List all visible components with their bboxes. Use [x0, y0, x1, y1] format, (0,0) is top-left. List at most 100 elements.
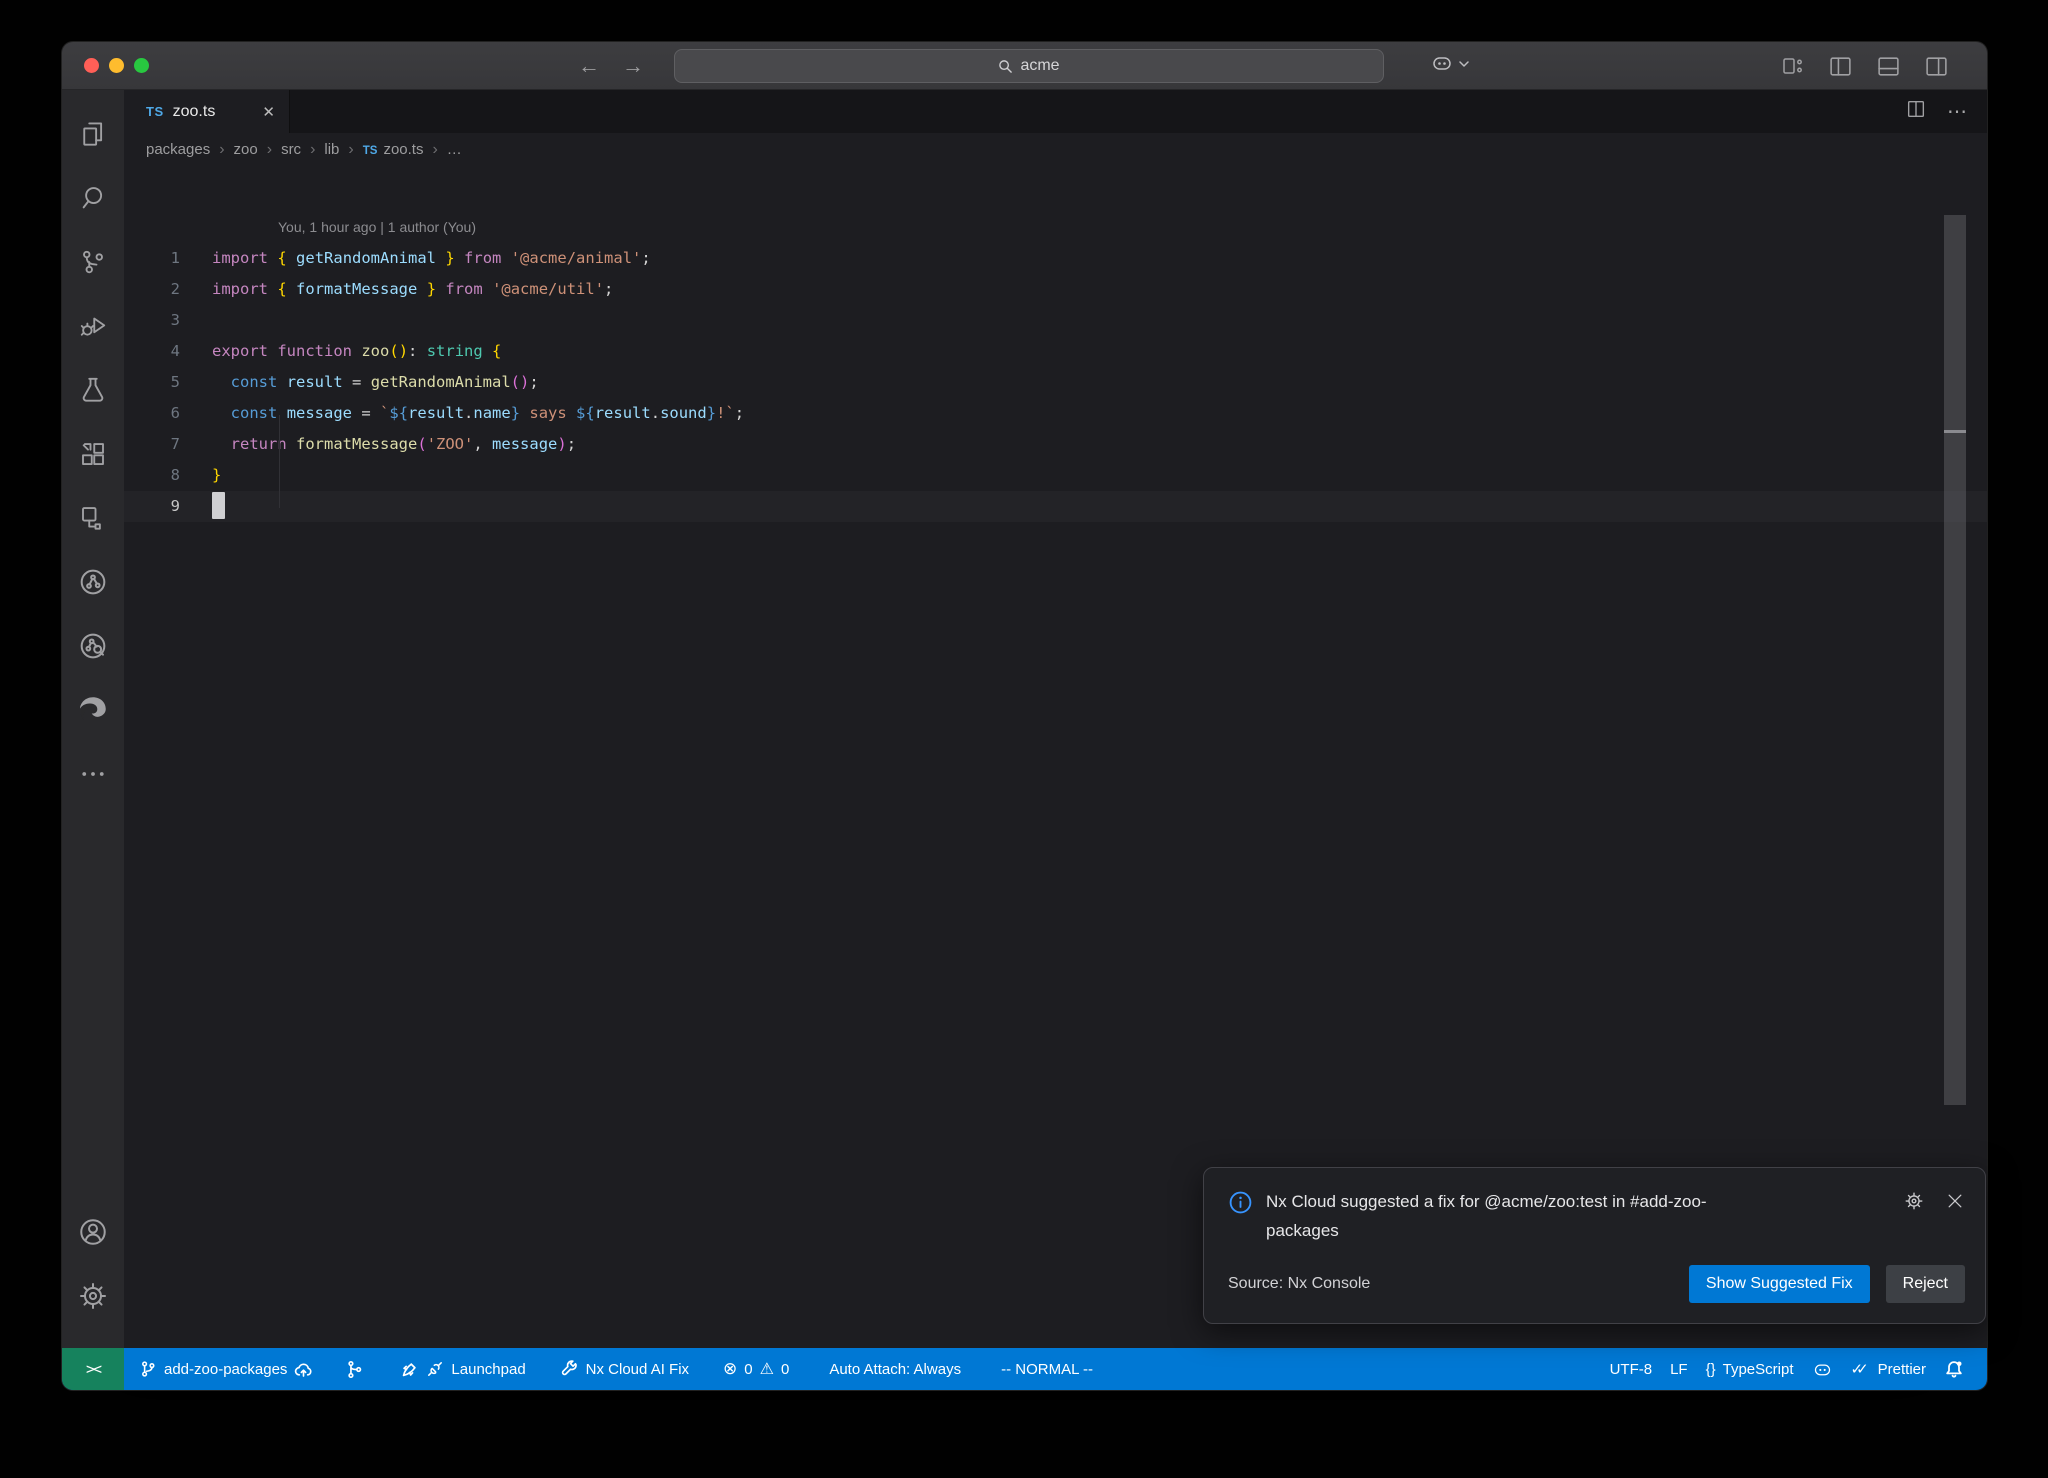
- copilot-icon: [1430, 52, 1454, 76]
- testing-icon[interactable]: [62, 358, 124, 422]
- typescript-file-icon: TS: [363, 145, 378, 157]
- command-center-query: acme: [1020, 57, 1059, 75]
- notification-message: Nx Cloud suggested a fix for @acme/zoo:t…: [1266, 1187, 1758, 1245]
- reject-button[interactable]: Reject: [1886, 1265, 1965, 1303]
- indent-guide: [279, 415, 280, 508]
- command-center-search[interactable]: acme: [674, 49, 1384, 83]
- code-text: const message = `${result.name} says ${r…: [180, 398, 744, 429]
- code-line-1[interactable]: 1import { getRandomAnimal } from '@acme/…: [124, 243, 1987, 274]
- breadcrumb-item-packages[interactable]: packages: [146, 141, 210, 158]
- line-number[interactable]: 8: [124, 460, 180, 491]
- toggle-primary-sidebar-button[interactable]: [1828, 54, 1853, 79]
- line-number[interactable]: 3: [124, 305, 180, 336]
- breadcrumb-separator: ›: [219, 141, 224, 158]
- tab-bar: TS zoo.ts ✕ ⋯: [124, 90, 1987, 133]
- search-icon: [998, 59, 1013, 74]
- auto-attach-item[interactable]: Auto Attach: Always: [820, 1348, 970, 1390]
- language-mode-item[interactable]: {} TypeScript: [1697, 1348, 1803, 1390]
- code-text: const result = getRandomAnimal();: [180, 367, 539, 398]
- remote-indicator[interactable]: ><: [62, 1348, 124, 1390]
- breadcrumb-overflow[interactable]: …: [447, 141, 462, 158]
- line-number[interactable]: 1: [124, 243, 180, 274]
- account-icon[interactable]: [62, 1200, 124, 1264]
- code-line-8[interactable]: 8}: [124, 460, 1987, 491]
- extensions-icon[interactable]: [62, 422, 124, 486]
- wrench-icon: [560, 1360, 579, 1379]
- edge-browser-icon[interactable]: [62, 678, 124, 742]
- copilot-status-item[interactable]: [1803, 1348, 1842, 1390]
- navigate-forward-button[interactable]: →: [622, 53, 644, 79]
- breadcrumb-item-zoo[interactable]: zoo: [234, 141, 258, 158]
- code-line-7[interactable]: 7 return formatMessage('ZOO', message);: [124, 429, 1987, 460]
- notification-close-icon[interactable]: [1945, 1191, 1965, 1216]
- editor-group: TS zoo.ts ✕ ⋯ packages›zoo›src›lib›: [124, 90, 1987, 1348]
- code-line-5[interactable]: 5 const result = getRandomAnimal();: [124, 367, 1987, 398]
- breadcrumb-file[interactable]: TSzoo.ts: [363, 141, 424, 158]
- more-views-icon[interactable]: [62, 742, 124, 806]
- git-branch-item[interactable]: add-zoo-packages: [130, 1348, 322, 1390]
- editor-more-actions-icon[interactable]: ⋯: [1947, 99, 1967, 124]
- code-text: import { formatMessage } from '@acme/uti…: [180, 274, 613, 305]
- tab-zoo-ts[interactable]: TS zoo.ts ✕: [124, 90, 290, 133]
- codelens-blame[interactable]: You, 1 hour ago | 1 author (You): [124, 212, 1987, 243]
- encoding-item[interactable]: UTF-8: [1601, 1348, 1662, 1390]
- source-control-icon[interactable]: [62, 230, 124, 294]
- code-text: return formatMessage('ZOO', message);: [180, 429, 576, 460]
- source-control-graph-item[interactable]: [336, 1348, 373, 1390]
- line-number[interactable]: 7: [124, 429, 180, 460]
- notifications-bell-item[interactable]: [1935, 1348, 1973, 1390]
- split-editor-icon[interactable]: [1905, 98, 1927, 125]
- rocket-icon: [400, 1360, 419, 1379]
- branch-name: add-zoo-packages: [164, 1361, 287, 1378]
- breadcrumb-separator: ›: [310, 141, 315, 158]
- search-icon[interactable]: [62, 166, 124, 230]
- chevron-down-icon: [1458, 58, 1470, 70]
- copilot-icon: [1812, 1359, 1833, 1380]
- activity-bar: [62, 90, 124, 1348]
- minimize-window-button[interactable]: [109, 58, 124, 73]
- breadcrumb-item-src[interactable]: src: [281, 141, 301, 158]
- breadcrumb: packages›zoo›src›lib› TSzoo.ts › …: [124, 133, 1987, 166]
- show-suggested-fix-button[interactable]: Show Suggested Fix: [1689, 1265, 1870, 1303]
- customize-layout-button[interactable]: [1781, 54, 1805, 78]
- line-number[interactable]: 6: [124, 398, 180, 429]
- nx-cloud-icon[interactable]: [62, 614, 124, 678]
- line-number[interactable]: 5: [124, 367, 180, 398]
- breadcrumb-item-lib[interactable]: lib: [324, 141, 339, 158]
- line-number[interactable]: 4: [124, 336, 180, 367]
- error-count: 0: [744, 1361, 752, 1378]
- explorer-icon[interactable]: [62, 102, 124, 166]
- navigate-back-button[interactable]: ←: [578, 53, 600, 79]
- code-text: import { getRandomAnimal } from '@acme/a…: [180, 243, 651, 274]
- close-window-button[interactable]: [84, 58, 99, 73]
- code-line-3[interactable]: 3: [124, 305, 1987, 336]
- code-line-6[interactable]: 6 const message = `${result.name} says $…: [124, 398, 1987, 429]
- tab-close-icon[interactable]: ✕: [262, 103, 275, 121]
- eol-item[interactable]: LF: [1661, 1348, 1697, 1390]
- launchpad-item[interactable]: Launchpad: [391, 1348, 534, 1390]
- settings-gear-icon[interactable]: [62, 1264, 124, 1328]
- code-editor[interactable]: You, 1 hour ago | 1 author (You) 1import…: [124, 166, 1987, 522]
- copilot-menu-button[interactable]: [1430, 52, 1470, 76]
- nx-cloud-fix-item[interactable]: Nx Cloud AI Fix: [551, 1348, 698, 1390]
- toggle-panel-button[interactable]: [1876, 54, 1901, 79]
- notification-settings-gear-icon[interactable]: [1903, 1190, 1925, 1217]
- vim-mode-item[interactable]: -- NORMAL --: [992, 1348, 1102, 1390]
- editor-scrollbar[interactable]: [1944, 215, 1966, 1105]
- references-icon[interactable]: [62, 486, 124, 550]
- zoom-window-button[interactable]: [134, 58, 149, 73]
- toggle-secondary-sidebar-button[interactable]: [1924, 54, 1949, 79]
- tab-label: zoo.ts: [173, 103, 216, 121]
- code-text: }: [180, 460, 221, 491]
- code-line-9[interactable]: 9: [124, 491, 1987, 522]
- prettier-item[interactable]: ✓✓ Prettier: [1842, 1348, 1936, 1390]
- problems-item[interactable]: ⊗ 0 ⚠ 0: [714, 1348, 798, 1390]
- nx-cloud-fix-label: Nx Cloud AI Fix: [586, 1361, 689, 1378]
- code-line-2[interactable]: 2import { formatMessage } from '@acme/ut…: [124, 274, 1987, 305]
- run-debug-icon[interactable]: [62, 294, 124, 358]
- line-number[interactable]: 2: [124, 274, 180, 305]
- line-number[interactable]: 9: [124, 491, 180, 522]
- code-line-4[interactable]: 4export function zoo(): string {: [124, 336, 1987, 367]
- notification-source: Source: Nx Console: [1228, 1275, 1370, 1293]
- nx-console-icon[interactable]: [62, 550, 124, 614]
